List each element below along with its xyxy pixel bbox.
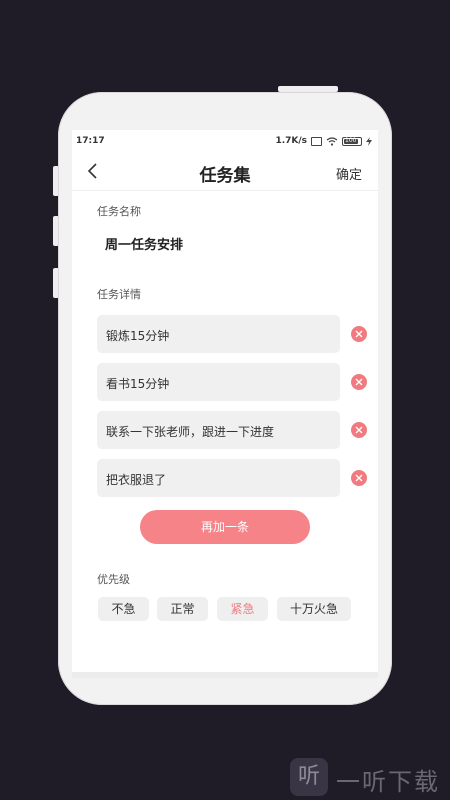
bottom-bar	[72, 672, 378, 678]
priority-option-extremely-urgent[interactable]: 十万火急	[277, 597, 351, 621]
status-indicators: 1.7K/s 100	[275, 136, 372, 146]
battery-level: 100	[345, 136, 357, 144]
app-header: 任务集 确定	[72, 152, 378, 191]
detail-item-text: 联系一下张老师，跟进一下进度	[106, 425, 275, 439]
app-screen: 17:17 1.7K/s 100 任务集 确定 任务名称 周一任务安排 任务详情…	[72, 130, 378, 678]
detail-item-text: 看书15分钟	[106, 377, 170, 391]
confirm-button[interactable]: 确定	[336, 164, 362, 183]
delete-detail-4-icon[interactable]	[351, 470, 367, 486]
delete-detail-3-icon[interactable]	[351, 422, 367, 438]
priority-option-normal[interactable]: 正常	[157, 597, 208, 621]
priority-option-urgent[interactable]: 紧急	[217, 597, 268, 621]
detail-item-3[interactable]: 联系一下张老师，跟进一下进度	[97, 411, 340, 449]
detail-item-2[interactable]: 看书15分钟	[97, 363, 340, 401]
canvas: 17:17 1.7K/s 100 任务集 确定 任务名称 周一任务安排 任务详情…	[0, 0, 450, 800]
detail-item-1[interactable]: 锻炼15分钟	[97, 315, 340, 353]
priority-option-not-urgent[interactable]: 不急	[98, 597, 149, 621]
page-title: 任务集	[199, 166, 251, 186]
delete-detail-2-icon[interactable]	[351, 374, 367, 390]
status-time: 17:17	[76, 136, 105, 146]
network-speed: 1.7K/s	[275, 136, 307, 146]
delete-detail-1-icon[interactable]	[351, 326, 367, 342]
detail-item-text: 锻炼15分钟	[106, 329, 170, 343]
detail-item-text: 把衣服退了	[106, 473, 167, 487]
status-bar: 17:17 1.7K/s 100	[72, 130, 378, 152]
wifi-icon	[326, 137, 338, 146]
watermark: 听 一听下载	[290, 758, 448, 798]
battery-icon: 100	[342, 136, 362, 146]
priority-label: 优先级	[97, 573, 130, 586]
detail-item-4[interactable]: 把衣服退了	[97, 459, 340, 497]
watermark-logo: 听	[290, 758, 328, 796]
task-name-input[interactable]: 周一任务安排	[105, 234, 183, 253]
charging-icon	[366, 136, 372, 146]
sim-icon	[311, 136, 322, 146]
watermark-text: 一听下载	[336, 768, 440, 796]
task-name-label: 任务名称	[97, 205, 141, 218]
task-details-label: 任务详情	[97, 288, 141, 301]
add-item-button[interactable]: 再加一条	[140, 510, 310, 544]
